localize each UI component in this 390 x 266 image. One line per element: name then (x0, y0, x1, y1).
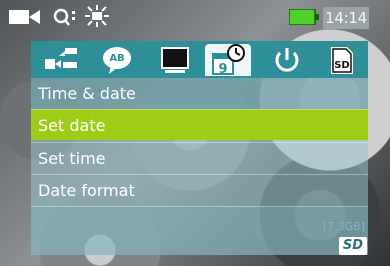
sd-media-badge: SD (339, 237, 367, 255)
menu-tab-bar: AB 9 SD (31, 41, 368, 78)
calendar-day-glyph: 9 (218, 62, 227, 76)
status-bar: 14:14 (0, 0, 390, 34)
remaining-memory: [7.3GB] (322, 220, 365, 233)
tab-display[interactable] (155, 44, 195, 76)
menu-empty-area (31, 206, 368, 255)
video-camera-icon (8, 6, 42, 28)
zoom-question-icon (52, 6, 78, 28)
tab-connection[interactable] (41, 44, 81, 76)
clock-time: 14:14 (323, 7, 369, 29)
section-title: Time & date (31, 78, 368, 109)
menu-item-date-format[interactable]: Date format (31, 174, 368, 205)
battery-icon (288, 8, 319, 26)
brightness-sun-icon (82, 4, 112, 28)
tab-power[interactable] (267, 44, 307, 76)
sd-card-glyph: SD (334, 60, 350, 71)
tab-storage[interactable]: SD (321, 44, 361, 76)
tab-time-date[interactable]: 9 (205, 44, 251, 77)
menu-item-set-date[interactable]: Set date (31, 109, 368, 140)
menu-item-set-time[interactable]: Set time (31, 142, 368, 173)
tab-language[interactable]: AB (97, 44, 137, 76)
language-icon-glyph: AB (109, 53, 124, 64)
